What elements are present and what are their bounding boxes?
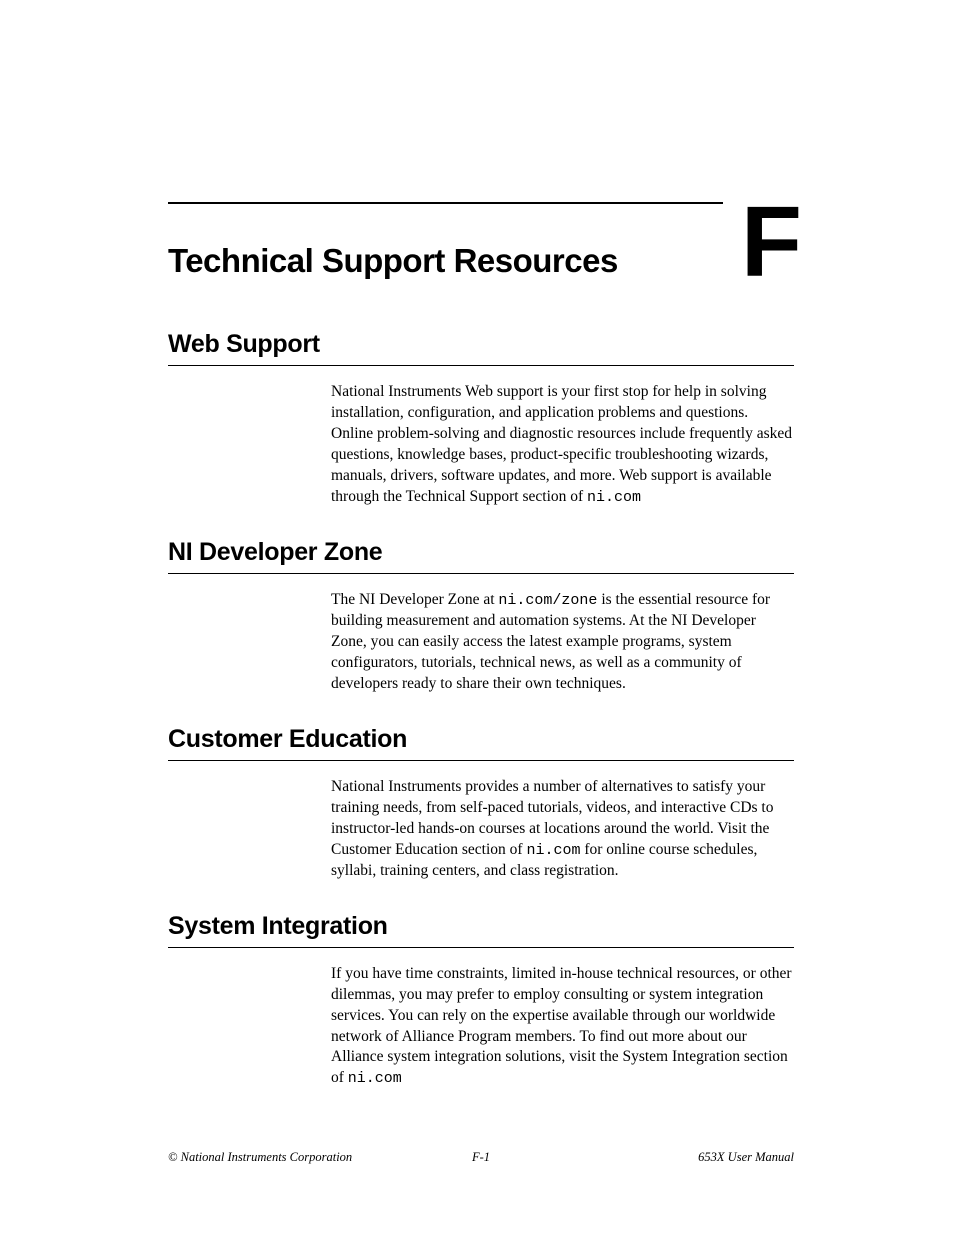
heading-web-support: Web Support: [168, 330, 794, 366]
footer-page-number: F-1: [472, 1150, 490, 1165]
section-customer-education: Customer Education National Instruments …: [168, 725, 794, 882]
heading-developer-zone: NI Developer Zone: [168, 538, 794, 574]
page-footer: © National Instruments Corporation F-1 6…: [168, 1150, 794, 1165]
page: F Technical Support Resources Web Suppor…: [0, 0, 954, 1090]
appendix-header: F: [168, 202, 794, 204]
url-text: ni.com: [348, 1070, 402, 1087]
body-text: If you have time constraints, limited in…: [331, 965, 792, 1087]
section-developer-zone: NI Developer Zone The NI Developer Zone …: [168, 538, 794, 695]
body-customer-education: National Instruments provides a number o…: [331, 777, 794, 882]
appendix-letter: F: [741, 192, 800, 292]
footer-right: 653X User Manual: [698, 1150, 794, 1165]
heading-system-integration: System Integration: [168, 912, 794, 948]
url-text: ni.com/zone: [498, 592, 597, 609]
section-web-support: Web Support National Instruments Web sup…: [168, 330, 794, 508]
appendix-rule: [168, 202, 723, 204]
body-system-integration: If you have time constraints, limited in…: [331, 964, 794, 1090]
url-text: ni.com: [526, 842, 580, 859]
footer-left: © National Instruments Corporation: [168, 1150, 352, 1165]
page-title: Technical Support Resources: [168, 242, 794, 280]
body-web-support: National Instruments Web support is your…: [331, 382, 794, 508]
body-text: The NI Developer Zone at: [331, 591, 498, 608]
body-text: National Instruments Web support is your…: [331, 383, 792, 505]
body-developer-zone: The NI Developer Zone at ni.com/zone is …: [331, 590, 794, 695]
heading-customer-education: Customer Education: [168, 725, 794, 761]
section-system-integration: System Integration If you have time cons…: [168, 912, 794, 1090]
url-text: ni.com: [587, 489, 641, 506]
